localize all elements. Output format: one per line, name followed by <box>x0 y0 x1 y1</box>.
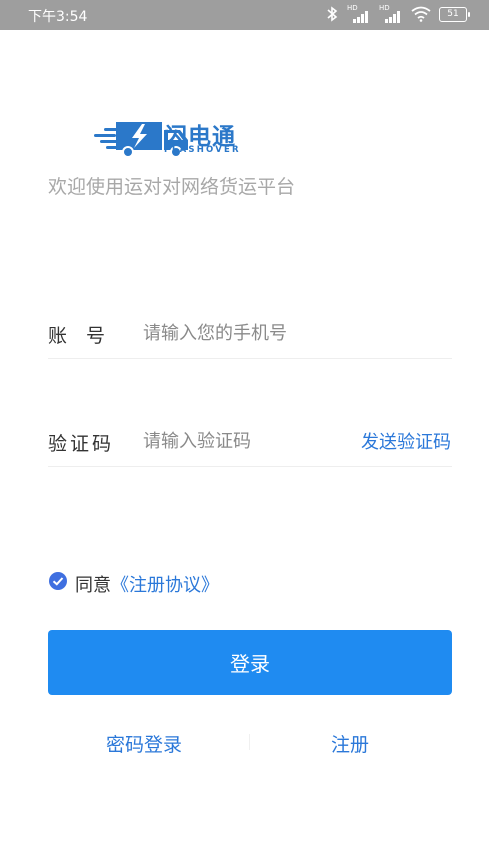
login-button[interactable]: 登录 <box>48 630 452 695</box>
agreement-link[interactable]: 《注册协议》 <box>111 575 219 596</box>
account-label: 账 号 <box>48 325 106 347</box>
password-login-link[interactable]: 密码登录 <box>106 730 182 757</box>
agreement-text: 同意《注册协议》 <box>75 571 219 597</box>
wifi-icon <box>411 6 431 22</box>
send-code-button[interactable]: 发送验证码 <box>361 428 451 454</box>
account-divider <box>48 358 452 359</box>
verification-code-input[interactable] <box>143 429 333 453</box>
bottom-divider <box>249 734 250 750</box>
status-bar: 下午3:54 HD HD 51 <box>0 0 489 30</box>
status-icons: HD HD 51 <box>325 5 470 23</box>
status-time: 下午3:54 <box>28 9 88 25</box>
welcome-text: 欢迎使用运对对网络货运平台 <box>48 176 296 198</box>
agreement-prefix: 同意 <box>75 575 111 596</box>
code-label: 验证码 <box>48 433 115 455</box>
agree-checkbox-checked-icon[interactable] <box>49 572 67 590</box>
code-divider <box>48 466 452 467</box>
signal-icon-2: HD <box>379 5 403 23</box>
bluetooth-icon <box>327 6 338 22</box>
battery-icon: 51 <box>439 6 470 22</box>
brand-subtitle: FLASHOVER <box>164 145 241 155</box>
phone-input[interactable] <box>143 321 443 345</box>
signal-icon: HD <box>347 5 371 23</box>
register-link[interactable]: 注册 <box>331 730 369 757</box>
login-button-label: 登录 <box>230 652 270 676</box>
